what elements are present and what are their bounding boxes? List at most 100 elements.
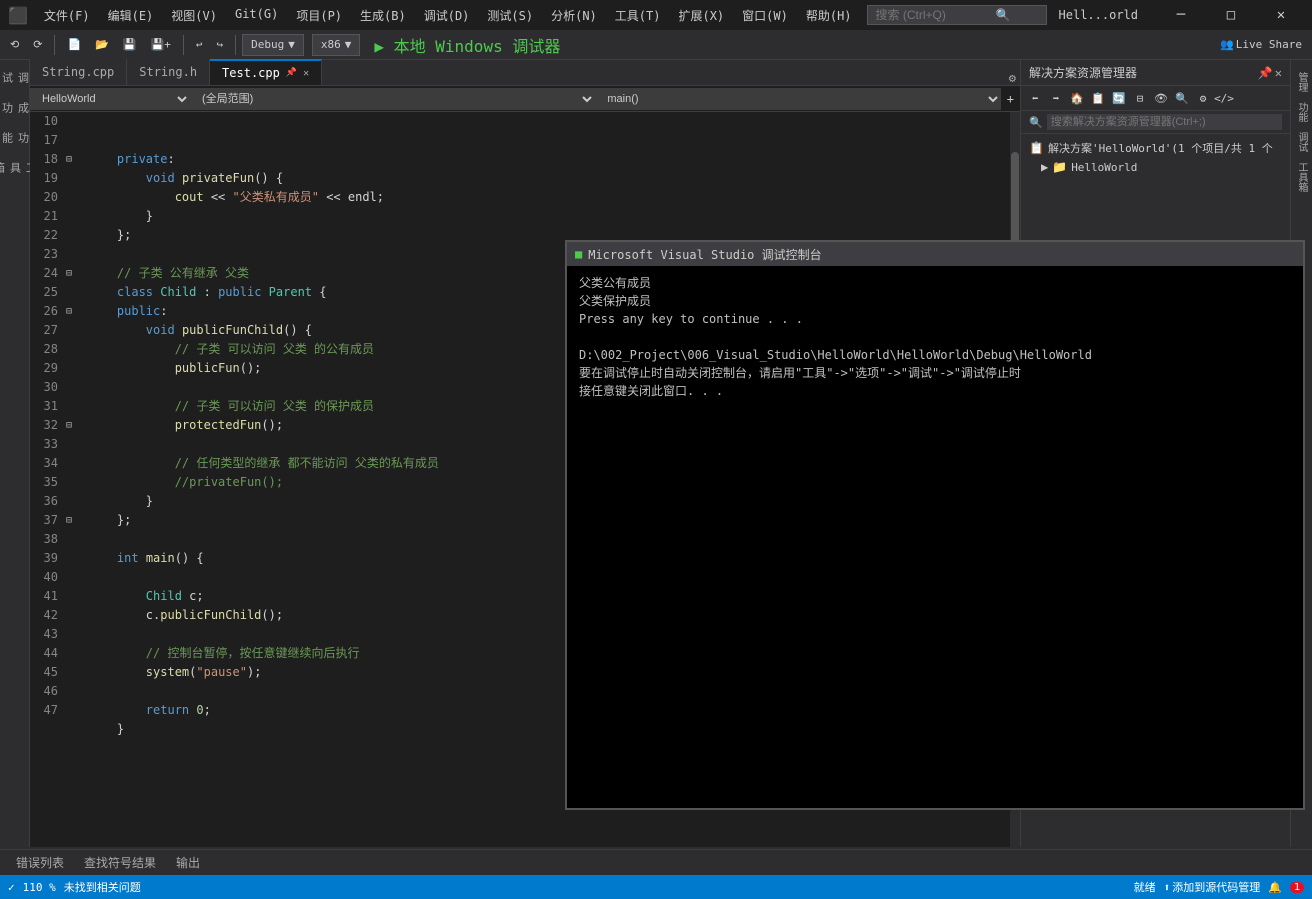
- toolbar-back-button[interactable]: ⟲: [4, 35, 25, 54]
- toolbar-forward-button[interactable]: ⟳: [27, 35, 48, 54]
- se-btn-collapse[interactable]: ⊟: [1130, 88, 1150, 108]
- se-item-helloworld[interactable]: ▶ 📁 HelloWorld: [1025, 158, 1286, 176]
- se-btn-code[interactable]: </>: [1214, 88, 1234, 108]
- close-button[interactable]: ✕: [1258, 0, 1304, 30]
- se-expand-icon: ▶: [1041, 160, 1048, 174]
- console-output: 父类公有成员 父类保护成员 Press any key to continue …: [567, 266, 1303, 808]
- arch-dropdown[interactable]: x86 ▼: [312, 34, 361, 56]
- tab-test-cpp-close[interactable]: ✕: [303, 68, 309, 79]
- fold-24[interactable]: ⊟: [66, 268, 72, 279]
- se-item-solution[interactable]: 📋 解决方案'HelloWorld'(1 个项目/共 1 个: [1025, 138, 1286, 158]
- se-btn-2[interactable]: ➡: [1046, 88, 1066, 108]
- se-close-button[interactable]: ✕: [1275, 66, 1282, 80]
- tab-settings-button[interactable]: ⚙: [1005, 71, 1020, 85]
- class-dropdown[interactable]: HelloWorld: [30, 88, 190, 110]
- window-controls: ─ □ ✕: [1158, 0, 1304, 30]
- toolbar-save-button[interactable]: 💾: [117, 35, 143, 54]
- menu-tools[interactable]: 工具(T): [607, 3, 669, 28]
- menu-window[interactable]: 窗口(W): [734, 3, 796, 28]
- fold-33[interactable]: ⊟: [66, 420, 72, 431]
- console-window: ■ Microsoft Visual Studio 调试控制台 父类公有成员 父…: [565, 240, 1305, 810]
- sidebar-icon-4[interactable]: 工具箱: [2, 158, 28, 184]
- bottom-tab-output[interactable]: 输出: [168, 852, 208, 873]
- se-btn-props[interactable]: 📋: [1088, 88, 1108, 108]
- right-tab-success[interactable]: 功能: [1292, 98, 1311, 126]
- menu-help[interactable]: 帮助(H): [798, 3, 860, 28]
- menu-project[interactable]: 项目(P): [288, 3, 350, 28]
- toolbar-open-button[interactable]: 📂: [89, 35, 115, 54]
- method-dropdown[interactable]: main(): [595, 88, 1000, 110]
- title-search-box[interactable]: 🔍: [867, 5, 1047, 25]
- tab-pin-icon: 📌: [286, 68, 297, 78]
- run-button[interactable]: ▶ 本地 Windows 调试器: [368, 31, 566, 59]
- editor-scrollbar-thumb[interactable]: [1011, 152, 1019, 252]
- search-icon: 🔍: [996, 8, 1011, 22]
- maximize-button[interactable]: □: [1208, 0, 1254, 30]
- status-right: 就绪 ⬆ 添加到源代码管理 🔔 1: [1134, 879, 1304, 895]
- minimize-button[interactable]: ─: [1158, 0, 1204, 30]
- se-btn-home[interactable]: 🏠: [1067, 88, 1087, 108]
- bottom-panel: 错误列表 查找符号结果 输出: [0, 849, 1312, 875]
- se-pin-button[interactable]: 📌: [1258, 66, 1273, 80]
- se-btn-1[interactable]: ⬅: [1025, 88, 1045, 108]
- se-btn-refresh[interactable]: 🔄: [1109, 88, 1129, 108]
- se-search-icon: 🔍: [1029, 116, 1043, 129]
- menu-build[interactable]: 生成(B): [352, 3, 414, 28]
- se-btn-settings[interactable]: ⚙: [1193, 88, 1213, 108]
- debug-config-dropdown[interactable]: Debug ▼: [242, 34, 304, 56]
- editor-toolbar-add-button[interactable]: +: [1001, 90, 1020, 108]
- toolbar-separator-1: [54, 35, 55, 55]
- toolbar-separator-3: [235, 35, 236, 55]
- live-share-icon: 👥: [1220, 38, 1234, 51]
- line-numbers: 10 17 18 19 20 21 22 23 24 25 26 27 28 2…: [30, 112, 66, 847]
- sidebar-icon-1[interactable]: 调试: [2, 68, 28, 94]
- right-tab-debug[interactable]: 调试: [1292, 128, 1311, 156]
- title-search-input[interactable]: [876, 8, 996, 22]
- vs-logo-icon: ⬛: [8, 6, 28, 25]
- menu-analyze[interactable]: 分析(N): [543, 3, 605, 28]
- right-tab-manage[interactable]: 管理: [1292, 68, 1311, 96]
- tab-string-h[interactable]: String.h: [127, 59, 210, 85]
- fold-26[interactable]: ⊟: [66, 306, 72, 317]
- menu-view[interactable]: 视图(V): [163, 3, 225, 28]
- menu-debug[interactable]: 调试(D): [416, 3, 478, 28]
- solution-explorer-header: 解决方案资源管理器 📌 ✕: [1021, 60, 1290, 86]
- menu-edit[interactable]: 编辑(E): [100, 3, 162, 28]
- source-icon: ⬆: [1164, 881, 1171, 894]
- menu-bar: 文件(F) 编辑(E) 视图(V) Git(G) 项目(P) 生成(B) 调试(…: [36, 3, 867, 28]
- se-solution-icon: 📋: [1029, 141, 1044, 155]
- fold-38[interactable]: ⊟: [66, 515, 72, 526]
- fold-18[interactable]: ⊟: [66, 154, 72, 165]
- sidebar-icon-3[interactable]: 功能: [2, 128, 28, 154]
- menu-file[interactable]: 文件(F): [36, 3, 98, 28]
- se-search-input[interactable]: [1047, 114, 1282, 130]
- tab-string-h-label: String.h: [139, 65, 197, 79]
- tab-test-cpp[interactable]: Test.cpp 📌 ✕: [210, 59, 322, 85]
- live-share-label: Live Share: [1236, 38, 1302, 51]
- se-btn-filter[interactable]: 🔍: [1172, 88, 1192, 108]
- toolbar-redo-button[interactable]: ↪: [211, 35, 230, 54]
- bell-icon[interactable]: 🔔: [1268, 881, 1282, 894]
- console-title-bar: ■ Microsoft Visual Studio 调试控制台: [567, 242, 1303, 266]
- tab-string-cpp[interactable]: String.cpp: [30, 59, 127, 85]
- toolbar-new-button[interactable]: 📄: [61, 35, 87, 54]
- menu-git[interactable]: Git(G): [227, 3, 286, 28]
- menu-test[interactable]: 测试(S): [479, 3, 541, 28]
- bottom-tab-errors[interactable]: 错误列表: [8, 852, 72, 873]
- bell-count: 1: [1290, 882, 1304, 893]
- editor-tabs: String.cpp String.h Test.cpp 📌 ✕ ⚙: [30, 60, 1020, 86]
- se-btn-show-all[interactable]: 👁: [1151, 88, 1171, 108]
- toolbar-undo-button[interactable]: ↩: [190, 35, 209, 54]
- arch-label: x86: [321, 38, 341, 51]
- status-bar: ✓ 110 % 未找到相关问题 就绪 ⬆ 添加到源代码管理 🔔 1: [0, 875, 1312, 899]
- status-zoom[interactable]: 110 %: [23, 881, 56, 894]
- toolbar-save-all-button[interactable]: 💾+: [145, 35, 177, 54]
- live-share-button[interactable]: 👥 Live Share: [1214, 35, 1308, 54]
- scope-dropdown[interactable]: (全局范围): [190, 88, 595, 110]
- bottom-tab-find[interactable]: 查找符号结果: [76, 852, 164, 873]
- sidebar-icon-2[interactable]: 成功: [2, 98, 28, 124]
- fold-indicators: ⊟ ⊟ ⊟ ⊟ ⊟: [66, 112, 80, 847]
- add-to-source-button[interactable]: ⬆ 添加到源代码管理: [1164, 879, 1261, 895]
- menu-extensions[interactable]: 扩展(X): [670, 3, 732, 28]
- right-tab-toolbox[interactable]: 工具箱: [1292, 158, 1311, 196]
